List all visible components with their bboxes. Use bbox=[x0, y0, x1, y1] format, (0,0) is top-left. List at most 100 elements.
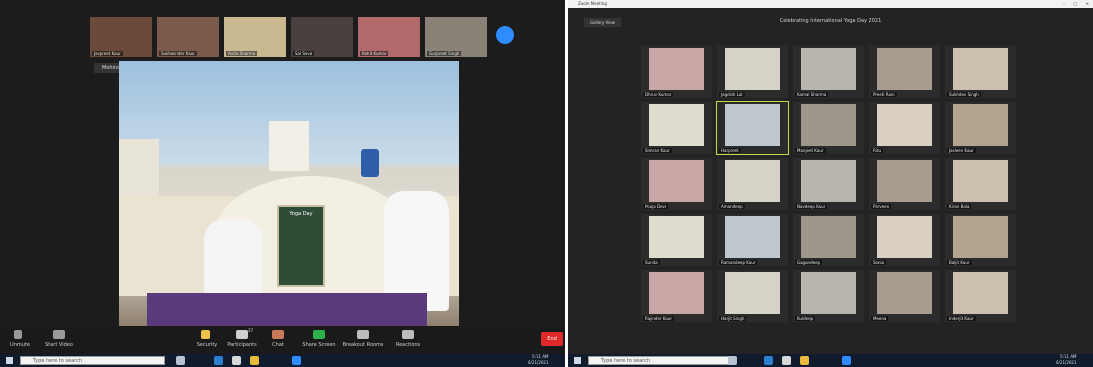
participant-thumbnail[interactable]: Gurpreet Singh bbox=[425, 17, 487, 57]
participant-thumbnail[interactable]: Sukhwinder Kaur bbox=[157, 17, 219, 57]
participant-video bbox=[649, 104, 704, 146]
participant-thumbnail[interactable]: Sai Seva bbox=[291, 17, 353, 57]
gallery-participant-tile[interactable]: Kiran Bala bbox=[945, 158, 1016, 210]
gallery-view-button[interactable]: Gallery View bbox=[584, 18, 622, 27]
zoom-app-icon[interactable] bbox=[292, 356, 301, 365]
taskbar-clock: 5:11 AM 6/21/2021 bbox=[1056, 354, 1077, 366]
zoom-window-gallery-view: Zoom Meeting ✕ ▢ – Celebrating Internati… bbox=[568, 0, 1093, 367]
participant-thumbnail[interactable]: Anita Sharma bbox=[224, 17, 286, 57]
view-options-icon[interactable] bbox=[496, 26, 514, 44]
minimize-icon[interactable]: – bbox=[1063, 0, 1065, 8]
reactions-icon bbox=[402, 330, 414, 339]
microphone-icon bbox=[14, 330, 22, 339]
participant-name: Anita Sharma bbox=[226, 51, 258, 56]
gallery-participant-tile[interactable]: Jagdish Lal bbox=[717, 46, 788, 98]
active-speaker-video: Yoga Day bbox=[119, 61, 459, 329]
end-meeting-button[interactable]: End bbox=[541, 332, 563, 346]
windows-taskbar-left: Type here to search 5:11 AM 6/21/2021 bbox=[0, 354, 565, 367]
board: Yoga Day bbox=[277, 205, 325, 287]
gallery-participant-tile[interactable]: Ritu bbox=[869, 102, 940, 154]
participant-name: Dhruv Kumar bbox=[643, 92, 674, 97]
participant-thumbnail[interactable]: Rohit Kumar bbox=[358, 17, 420, 57]
gallery-participant-tile[interactable]: Jasleen Kaur bbox=[945, 102, 1016, 154]
gallery-participant-tile[interactable]: Sukhdev Singh bbox=[945, 46, 1016, 98]
taskbar-search-input[interactable]: Type here to search bbox=[20, 356, 165, 365]
participant-video bbox=[725, 216, 780, 258]
task-view-icon[interactable] bbox=[728, 356, 737, 365]
reactions-button[interactable]: Reactions bbox=[392, 328, 424, 352]
gallery-participant-tile[interactable]: Meena bbox=[869, 270, 940, 322]
participant-thumbnail[interactable]: Jaspreet Kaur bbox=[90, 17, 152, 57]
participant-name: Rajinder Kaur bbox=[643, 316, 674, 321]
participant-video bbox=[801, 48, 856, 90]
participant-name: Preeti Rani bbox=[871, 92, 897, 97]
gallery-participant-tile[interactable]: Navdeep Kaur bbox=[793, 158, 864, 210]
meeting-toolbar: Unmute Start Video Security 27 Participa… bbox=[0, 326, 565, 354]
breakout-rooms-button[interactable]: Breakout Rooms bbox=[338, 328, 388, 352]
gallery-participant-tile[interactable]: Harpreet bbox=[716, 101, 789, 155]
gallery-view-label: Gallery View bbox=[590, 20, 616, 25]
zoom-window-speaker-view: Jaspreet Kaur Sukhwinder Kaur Anita Sharma… bbox=[0, 0, 565, 367]
close-icon[interactable]: ✕ bbox=[1086, 0, 1089, 8]
board-text: Yoga Day bbox=[289, 211, 313, 217]
edge-browser-icon[interactable] bbox=[764, 356, 773, 365]
share-screen-button[interactable]: Share Screen bbox=[302, 328, 336, 352]
participant-name: Manjeet Kaur bbox=[795, 148, 826, 153]
participant-video bbox=[649, 272, 704, 314]
security-button[interactable]: Security bbox=[195, 328, 219, 352]
window-titlebar: Zoom Meeting ✕ ▢ – bbox=[568, 0, 1093, 8]
gallery-participant-tile[interactable]: Ramandeep Kaur bbox=[717, 214, 788, 266]
meeting-title: Celebrating International Yoga Day 2021 bbox=[779, 18, 882, 24]
participant-video bbox=[725, 160, 780, 202]
gallery-participant-tile[interactable]: Dhruv Kumar bbox=[641, 46, 712, 98]
gallery-participant-tile[interactable]: Simran Kaur bbox=[641, 102, 712, 154]
chrome-icon[interactable] bbox=[782, 356, 791, 365]
file-explorer-icon[interactable] bbox=[250, 356, 259, 365]
thumbnail-strip: Jaspreet Kaur Sukhwinder Kaur Anita Sharma… bbox=[90, 17, 490, 57]
reactions-label: Reactions bbox=[395, 342, 421, 348]
participant-video bbox=[725, 48, 780, 90]
taskbar-search-input[interactable]: Type here to search bbox=[588, 356, 733, 365]
gallery-participant-tile[interactable]: Sunita bbox=[641, 214, 712, 266]
gallery-participant-tile[interactable]: Manjeet Kaur bbox=[793, 102, 864, 154]
participant-video bbox=[725, 272, 780, 314]
participant-name: Gurpreet Singh bbox=[427, 51, 462, 56]
chrome-icon[interactable] bbox=[232, 356, 241, 365]
gallery-participant-tile[interactable]: Harjit Singh bbox=[717, 270, 788, 322]
gallery-participant-tile[interactable]: Baljit Kaur bbox=[945, 214, 1016, 266]
participant-name: Navdeep Kaur bbox=[795, 204, 828, 209]
water-tank bbox=[361, 149, 379, 177]
shield-icon bbox=[201, 330, 210, 339]
task-view-icon[interactable] bbox=[176, 356, 185, 365]
chat-icon bbox=[272, 330, 284, 339]
participant-name: Harjit Singh bbox=[719, 316, 747, 321]
chat-label: Chat bbox=[272, 342, 284, 348]
windows-start-icon[interactable] bbox=[574, 357, 581, 364]
gallery-participant-tile[interactable]: Preeti Rani bbox=[869, 46, 940, 98]
clock-date: 6/21/2021 bbox=[528, 360, 549, 365]
participant-video bbox=[801, 160, 856, 202]
participant-video bbox=[725, 104, 780, 146]
participants-button[interactable]: 27 Participants bbox=[226, 328, 258, 352]
gallery-participant-tile[interactable]: Parveen bbox=[869, 158, 940, 210]
file-explorer-icon[interactable] bbox=[800, 356, 809, 365]
gallery-participant-tile[interactable]: Kuldeep bbox=[793, 270, 864, 322]
chat-button[interactable]: Chat bbox=[266, 328, 290, 352]
unmute-button[interactable]: Unmute bbox=[8, 328, 32, 352]
gallery-participant-tile[interactable]: Kamal Sharma bbox=[793, 46, 864, 98]
breakout-rooms-icon bbox=[357, 330, 369, 339]
participant-video bbox=[649, 216, 704, 258]
start-video-button[interactable]: Start Video bbox=[44, 328, 74, 352]
edge-browser-icon[interactable] bbox=[214, 356, 223, 365]
gallery-participant-tile[interactable]: Amandeep bbox=[717, 158, 788, 210]
gallery-participant-tile[interactable]: Inderjit Kaur bbox=[945, 270, 1016, 322]
gallery-participant-tile[interactable]: Sonia bbox=[869, 214, 940, 266]
participant-name: Harpreet bbox=[719, 148, 741, 153]
participant-name: Parveen bbox=[871, 204, 892, 209]
gallery-participant-tile[interactable]: Pooja Devi bbox=[641, 158, 712, 210]
gallery-participant-tile[interactable]: Rajinder Kaur bbox=[641, 270, 712, 322]
maximize-icon[interactable]: ▢ bbox=[1073, 0, 1077, 8]
gallery-participant-tile[interactable]: Gagandeep bbox=[793, 214, 864, 266]
windows-start-icon[interactable] bbox=[6, 357, 13, 364]
zoom-app-icon[interactable] bbox=[842, 356, 851, 365]
